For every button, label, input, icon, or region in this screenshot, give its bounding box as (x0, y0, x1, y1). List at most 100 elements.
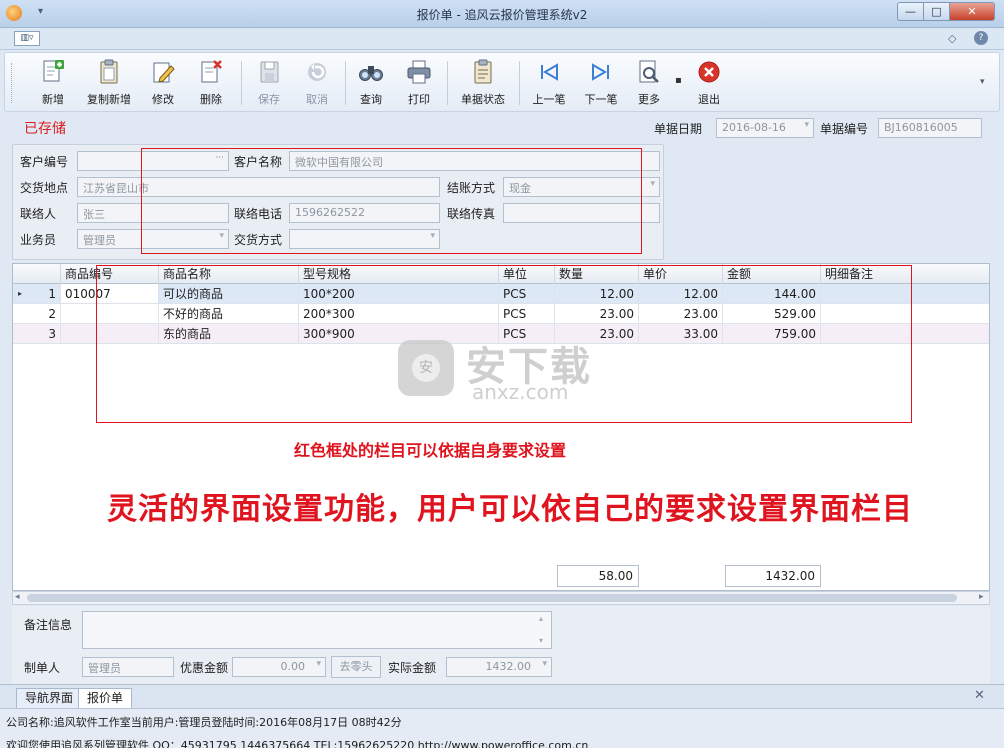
chevron-down-icon[interactable]: ▾ (316, 659, 321, 669)
more-dropdown-icon[interactable]: ▪ (675, 75, 682, 86)
memo-textarea[interactable]: ▴ ▾ (82, 611, 552, 649)
scrollbar-thumb[interactable] (27, 594, 957, 602)
copy-new-button-label: 复制新增 (87, 93, 131, 106)
edit-pen-icon (150, 59, 176, 85)
salesman-label: 业务员 (20, 233, 57, 247)
save-disk-icon (256, 59, 282, 85)
more-button-label: 更多 (638, 93, 660, 106)
toolbar-separator (447, 61, 448, 105)
maker-field[interactable]: 管理员 (82, 657, 174, 677)
undo-arrow-icon (304, 59, 330, 85)
toolbar-grip[interactable] (11, 63, 14, 103)
discount-field[interactable]: 0.00 ▾ (232, 657, 326, 677)
contact-label: 联络人 (20, 207, 57, 221)
delivery-place-label: 交货地点 (20, 181, 69, 195)
maximize-button[interactable]: □ (923, 2, 950, 21)
doc-no-field[interactable]: BJ160816005 (878, 118, 982, 138)
actual-amount-value: 1432.00 (485, 660, 532, 673)
print-button[interactable]: 打印 (399, 53, 439, 111)
actual-amount-field[interactable]: 1432.00 ▾ (446, 657, 552, 677)
scroll-left-icon[interactable]: ◂ (15, 592, 20, 602)
doc-date-label: 单据日期 (654, 122, 703, 136)
discount-value: 0.00 (280, 660, 306, 673)
chevron-down-icon[interactable]: ▾ (650, 179, 655, 189)
tab-navigation[interactable]: 导航界面 (16, 688, 83, 708)
annotation-frame-grid (96, 265, 912, 423)
maker-label: 制单人 (24, 661, 61, 675)
new-button[interactable]: 新增 (33, 53, 73, 111)
exit-button[interactable]: 退出 (689, 53, 729, 111)
doc-status-button-label: 单据状态 (461, 93, 505, 106)
row-index: 3 (13, 324, 61, 344)
new-doc-icon (40, 59, 66, 85)
new-button-label: 新增 (42, 93, 64, 106)
doc-status-button[interactable]: 单据状态 (453, 53, 513, 111)
saved-status-label: 已存储 (24, 121, 66, 137)
scroll-up-icon[interactable]: ▴ (539, 614, 543, 623)
total-qty-cell: 58.00 (557, 565, 639, 587)
selected-row-indicator-icon: ▸ (18, 289, 23, 298)
close-window-button[interactable]: ✕ (949, 2, 995, 21)
memo-label: 备注信息 (24, 618, 73, 632)
scroll-down-icon[interactable]: ▾ (539, 636, 543, 645)
discount-label: 优惠金额 (180, 661, 229, 675)
edit-button-label: 修改 (152, 93, 174, 106)
doc-date-field[interactable]: 2016-08-16 ▾ (716, 118, 814, 138)
prev-record-icon (536, 59, 562, 85)
next-record-icon (588, 59, 614, 85)
toolbar-overflow-icon[interactable]: ▾ (980, 77, 985, 87)
scroll-right-icon[interactable]: ▸ (979, 592, 984, 602)
query-button[interactable]: 查询 (351, 53, 391, 111)
annotation-frame-form (141, 148, 642, 254)
cancel-button-label: 取消 (306, 93, 328, 106)
doc-no-label: 单据编号 (820, 122, 869, 136)
collapse-ribbon-icon[interactable]: ◇ (948, 32, 956, 45)
copy-new-button[interactable]: 复制新增 (81, 53, 137, 111)
printer-icon (406, 59, 432, 85)
next-record-button-label: 下一笔 (584, 93, 618, 106)
next-record-button[interactable]: 下一笔 (577, 53, 625, 111)
document-tab-strip (0, 684, 1004, 708)
toolbar-separator (241, 61, 242, 105)
row-index: 2 (13, 304, 61, 324)
cancel-button[interactable]: 取消 (297, 53, 337, 111)
exit-icon (696, 59, 722, 85)
toolbar-separator (519, 61, 520, 105)
help-icon[interactable]: ? (974, 31, 988, 45)
edit-button[interactable]: 修改 (143, 53, 183, 111)
grid-horizontal-scrollbar[interactable]: ◂ ▸ (12, 591, 990, 605)
salesman-value: 管理员 (83, 234, 116, 247)
clipboard-icon (470, 59, 496, 85)
customer-no-label: 客户编号 (20, 155, 69, 169)
actual-amount-label: 实际金额 (388, 661, 437, 675)
delete-button[interactable]: 删除 (191, 53, 231, 111)
binoculars-icon (358, 59, 384, 85)
copy-doc-icon (96, 59, 122, 85)
calendar-dropdown-icon[interactable]: ▾ (804, 120, 809, 130)
toolbar-separator (345, 61, 346, 105)
close-tab-icon[interactable]: ✕ (974, 688, 985, 703)
main-toolbar: 新增 复制新增 修改 删除 保存 取消 查询 打印 单据状态 上一笔 下一笔 更… (4, 52, 1000, 112)
window-title: 报价单 - 追风云报价管理系统v2 (416, 8, 588, 22)
magnifier-doc-icon (636, 59, 662, 85)
round-off-button[interactable]: 去零头 (331, 656, 381, 678)
delete-doc-icon (198, 59, 224, 85)
ribbon-header (0, 28, 1004, 50)
more-button[interactable]: 更多 (629, 53, 669, 111)
save-button[interactable]: 保存 (249, 53, 289, 111)
status-company-line: 公司名称:追风软件工作室当前用户:管理员登陆时间:2016年08月17日 08时… (6, 716, 402, 729)
annotation-caption-small: 红色框处的栏目可以依据自身要求设置 (293, 441, 566, 460)
doc-date-value: 2016-08-16 (722, 121, 786, 134)
delete-button-label: 删除 (200, 93, 222, 106)
total-amount-cell: 1432.00 (725, 565, 821, 587)
minimize-button[interactable]: — (897, 2, 924, 21)
print-button-label: 打印 (408, 93, 430, 106)
layout-toggle-button[interactable]: ▥▿ (14, 31, 40, 46)
save-button-label: 保存 (258, 93, 280, 106)
exit-button-label: 退出 (698, 93, 720, 106)
prev-record-button-label: 上一笔 (532, 93, 566, 106)
prev-record-button[interactable]: 上一笔 (525, 53, 573, 111)
tab-quotation[interactable]: 报价单 (78, 688, 133, 708)
grid-row-number-header (13, 264, 61, 284)
chevron-down-icon[interactable]: ▾ (542, 659, 547, 669)
